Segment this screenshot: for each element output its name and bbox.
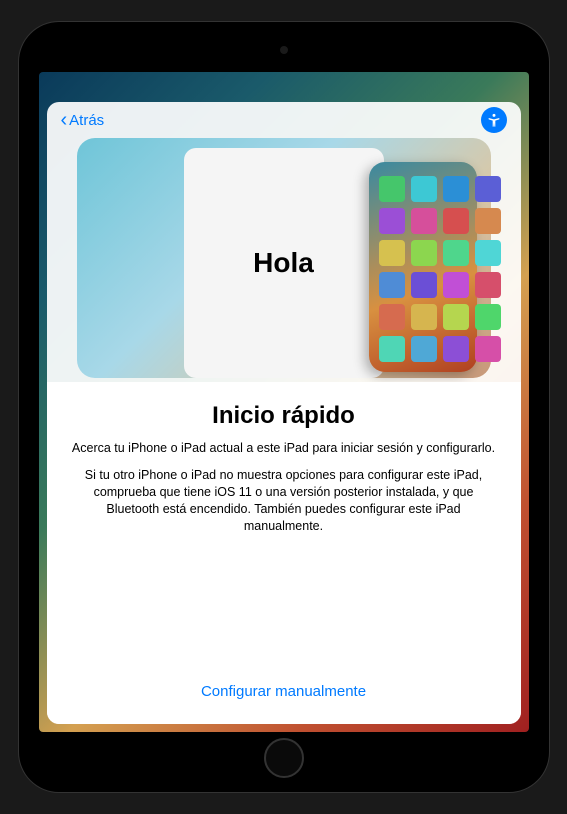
app-icon [443,304,469,330]
hero-illustration: Hola [47,138,521,388]
modal-header: ‹ Atrás [47,102,521,138]
setup-modal: ‹ Atrás Hola [47,102,521,724]
greeting-card: Hola [184,148,384,378]
app-icon [379,176,405,202]
front-camera [280,46,288,54]
app-icon [443,336,469,362]
app-icon [475,208,501,234]
app-icon [475,176,501,202]
app-icon [443,208,469,234]
screen: ‹ Atrás Hola [39,72,529,732]
sheet-description-secondary: Si tu otro iPhone o iPad no muestra opci… [71,467,497,535]
configure-manually-link[interactable]: Configurar manualmente [71,675,497,708]
app-icon [411,176,437,202]
app-icon [379,240,405,266]
app-icon [411,240,437,266]
app-icon [475,304,501,330]
app-icon [379,336,405,362]
ipad-device-frame: ‹ Atrás Hola [19,22,549,792]
app-icon [475,240,501,266]
sheet-title: Inicio rápido [71,402,497,430]
iphone-mockup [369,162,477,372]
chevron-left-icon: ‹ [61,110,68,130]
app-icon [411,272,437,298]
app-icon [379,208,405,234]
app-icon [475,336,501,362]
accessibility-button[interactable] [481,107,507,133]
spacer [71,534,497,675]
back-label: Atrás [69,112,104,129]
app-icon [443,176,469,202]
app-icon [379,272,405,298]
home-button[interactable] [264,738,304,778]
greeting-text: Hola [253,247,314,279]
app-icon [475,272,501,298]
quick-start-sheet: Inicio rápido Acerca tu iPhone o iPad ac… [47,382,521,724]
app-icon [411,304,437,330]
sheet-description-primary: Acerca tu iPhone o iPad actual a este iP… [71,440,497,457]
app-icon [411,208,437,234]
app-icon [411,336,437,362]
accessibility-icon [486,112,502,128]
back-button[interactable]: ‹ Atrás [61,110,105,130]
app-icon [379,304,405,330]
app-icon-grid [379,176,467,362]
app-icon [443,272,469,298]
app-icon [443,240,469,266]
